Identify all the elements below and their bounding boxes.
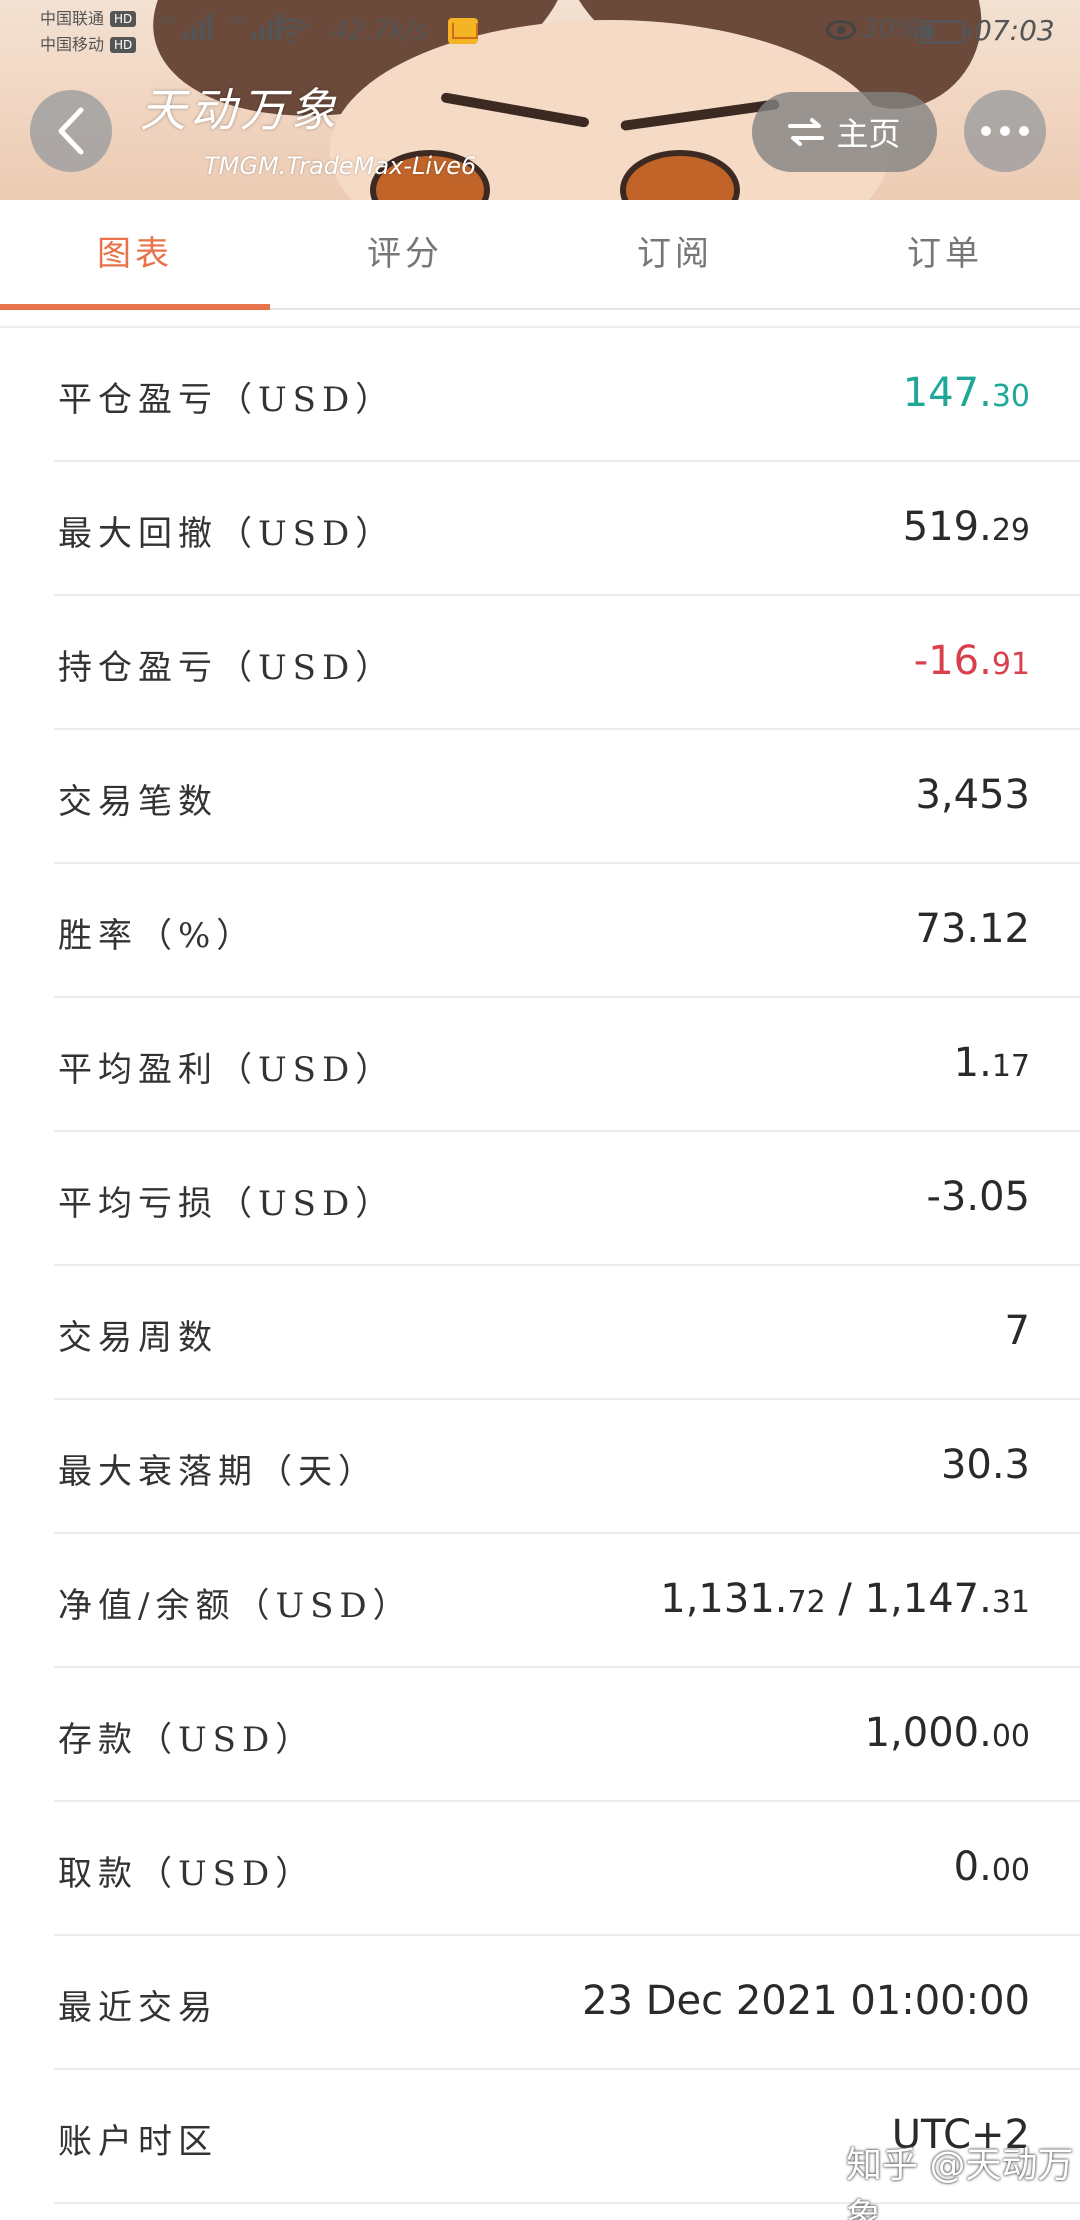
stat-row-max-decline-period: 最大衰落期（天） 30.3 [54,1400,1080,1534]
network-type: 4G [229,14,246,27]
stat-label: 最大回撤（USD） [58,514,396,554]
signal-icons: 4G 4G [160,14,282,40]
dot-icon [1000,126,1010,136]
stat-label: 交易周数 [58,1318,218,1358]
stat-row-withdrawal: 取款（USD） 0.00 [54,1802,1080,1936]
stat-row-deposit: 存款（USD） 1,000.00 [54,1668,1080,1802]
stats-list: 平仓盈亏（USD） 147.30 最大回撤（USD） 519.29 持仓盈亏（U… [0,328,1080,2204]
home-button[interactable]: 主页 [752,92,937,172]
stat-row-open-pnl: 持仓盈亏（USD） -16.91 [54,596,1080,730]
stat-value: 7 [1004,1308,1030,1354]
stat-label: 最近交易 [58,1988,218,2028]
account-server: TMGM.TradeMax-Live6 [204,152,477,180]
stat-value: 3,453 [915,772,1030,818]
stat-label: 交易笔数 [58,782,218,822]
stat-value: 1.17 [953,1040,1030,1086]
hd-badge: HD [110,11,137,27]
stat-value: 1,131.72 / 1,147.31 [660,1576,1030,1622]
wifi-icon [276,18,308,44]
battery-percent: 30% [862,14,920,44]
stat-label: 持仓盈亏（USD） [58,648,396,688]
stat-label: 胜率（%） [58,916,257,956]
stat-label: 取款（USD） [58,1854,316,1894]
chevron-left-icon [58,107,84,155]
clock: 07:03 [974,14,1055,47]
battery-icon [916,20,971,44]
stat-value: 147.30 [902,370,1030,416]
swap-icon [788,118,825,146]
stat-label: 账户时区 [58,2122,218,2162]
signal-icon: 4G [230,14,282,40]
stat-row-avg-loss: 平均亏损（USD） -3.05 [54,1132,1080,1266]
hd-badge: HD [110,37,137,53]
stat-value: 30.3 [940,1442,1030,1488]
network-type: 4G [160,14,176,27]
stat-value: -3.05 [926,1174,1031,1220]
carrier-1: 中国联通 [40,9,105,28]
page-title: 天动万象 [140,83,340,137]
carrier-2: 中国移动 [40,35,105,54]
stat-value: 519.29 [902,504,1030,550]
network-speed: 42.7k/s [332,16,428,46]
stat-row-trading-weeks: 交易周数 7 [54,1266,1080,1400]
tab-chart[interactable]: 图表 [0,200,270,310]
stat-label: 存款（USD） [58,1720,316,1760]
stat-row-last-trade: 最近交易 23 Dec 2021 01:00:00 [54,1936,1080,2070]
stat-label: 平均亏损（USD） [58,1184,396,1224]
stat-value: -16.91 [913,638,1030,684]
stat-row-max-drawdown: 最大回撤（USD） 519.29 [54,462,1080,596]
home-button-label: 主页 [836,115,901,153]
dot-icon [1019,126,1029,136]
tab-orders[interactable]: 订单 [810,200,1080,308]
eye-comfort-icon [826,20,856,40]
more-options-button[interactable] [964,90,1046,172]
carrier-info: 中国联通 HD 中国移动 HD [40,6,137,58]
stat-row-trade-count: 交易笔数 3,453 [54,730,1080,864]
tab-subscribe[interactable]: 订阅 [540,200,810,308]
stat-row-equity-balance: 净值/余额（USD） 1,131.72 / 1,147.31 [54,1534,1080,1668]
stat-label: 最大衰落期（天） [58,1452,378,1492]
stat-label: 平仓盈亏（USD） [58,380,396,420]
stat-row-win-rate: 胜率（%） 73.12 [54,864,1080,998]
tab-bar: 图表 评分 订阅 订单 [0,200,1080,310]
stat-value: 73.12 [915,906,1030,952]
stat-label: 平均盈利（USD） [58,1050,396,1090]
watermark: 知乎 @天动万象 [846,2145,1074,2220]
stat-label: 净值/余额（USD） [58,1586,413,1626]
stat-value: 23 Dec 2021 01:00:00 [582,1978,1030,2024]
dot-icon [981,126,991,136]
status-bar: 中国联通 HD 中国移动 HD 4G 4G 42.7k/s 30% 07:03 [0,0,1080,70]
stat-value: 1,000.00 [864,1710,1030,1756]
tab-rating[interactable]: 评分 [270,200,540,308]
stat-value: 0.00 [953,1844,1030,1890]
back-button[interactable] [30,90,112,172]
mail-notification-icon [448,18,478,44]
signal-icon: 4G [160,14,212,40]
stat-row-avg-profit: 平均盈利（USD） 1.17 [54,998,1080,1132]
stat-row-closed-pnl: 平仓盈亏（USD） 147.30 [54,328,1080,462]
profile-banner: 中国联通 HD 中国移动 HD 4G 4G 42.7k/s 30% 07:03 [0,0,1080,200]
